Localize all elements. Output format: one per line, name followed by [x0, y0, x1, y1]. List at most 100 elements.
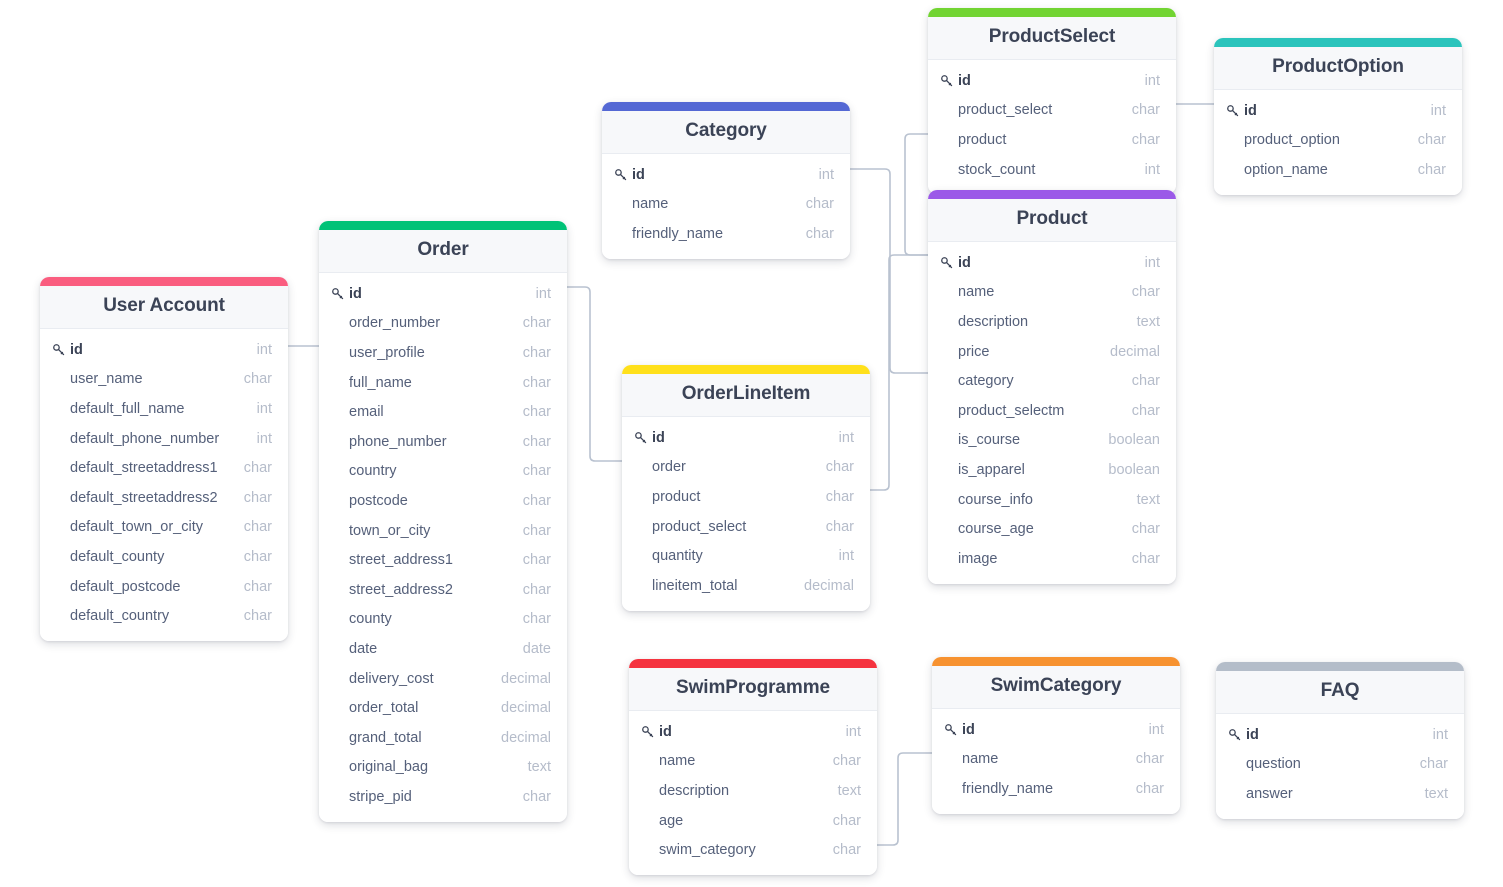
primary-key-field-row[interactable]: id int: [928, 66, 1176, 96]
field-row[interactable]: default_full_name int: [40, 394, 288, 424]
field-row[interactable]: answer text: [1216, 779, 1464, 809]
field-type: char: [522, 581, 551, 598]
field-row[interactable]: name char: [932, 745, 1180, 775]
field-row[interactable]: product char: [622, 482, 870, 512]
field-row[interactable]: user_name char: [40, 365, 288, 395]
field-row[interactable]: default_phone_number int: [40, 424, 288, 454]
primary-key-field-row[interactable]: id int: [40, 335, 288, 365]
field-row[interactable]: town_or_city char: [319, 516, 567, 546]
field-row[interactable]: friendly_name char: [602, 219, 850, 249]
field-name: order: [652, 459, 686, 476]
field-row[interactable]: delivery_cost decimal: [319, 664, 567, 694]
field-row[interactable]: stock_count int: [928, 155, 1176, 185]
field-row[interactable]: product_select char: [622, 512, 870, 542]
field-row[interactable]: is_course boolean: [928, 426, 1176, 456]
entity-table-swim-category[interactable]: SwimCategory id int name char friendly_name ch…: [932, 657, 1180, 814]
field-row[interactable]: order_number char: [319, 309, 567, 339]
field-row[interactable]: email char: [319, 397, 567, 427]
field-row[interactable]: product_select char: [928, 96, 1176, 126]
primary-key-field-row[interactable]: id int: [1214, 96, 1462, 126]
entity-accent-bar: [602, 102, 850, 111]
primary-key-field-row[interactable]: id int: [319, 279, 567, 309]
field-name: id: [962, 721, 975, 738]
field-row[interactable]: swim_category char: [629, 835, 877, 865]
primary-key-field-row[interactable]: id int: [1216, 720, 1464, 750]
primary-key-field-row[interactable]: id int: [622, 423, 870, 453]
field-row[interactable]: course_age char: [928, 514, 1176, 544]
field-row[interactable]: street_address1 char: [319, 545, 567, 575]
field-type: decimal: [501, 700, 551, 717]
field-type: char: [1419, 756, 1448, 773]
field-row[interactable]: default_town_or_city char: [40, 513, 288, 543]
field-row[interactable]: product_selectm char: [928, 396, 1176, 426]
field-row[interactable]: friendly_name char: [932, 774, 1180, 804]
field-name: phone_number: [349, 433, 447, 450]
field-row[interactable]: product char: [928, 125, 1176, 155]
field-key-slot: [940, 74, 958, 88]
field-row[interactable]: grand_total decimal: [319, 723, 567, 753]
entity-table-product-select[interactable]: ProductSelect id int product_select char prod…: [928, 8, 1176, 195]
field-row[interactable]: is_apparel boolean: [928, 455, 1176, 485]
field-type: char: [243, 608, 272, 625]
field-row[interactable]: image char: [928, 544, 1176, 574]
entity-accent-bar: [622, 365, 870, 374]
field-row[interactable]: order char: [622, 453, 870, 483]
field-type: char: [243, 489, 272, 506]
field-row[interactable]: product_option char: [1214, 126, 1462, 156]
field-type: char: [1131, 402, 1160, 419]
field-row[interactable]: default_postcode char: [40, 572, 288, 602]
field-row[interactable]: description text: [928, 307, 1176, 337]
field-row[interactable]: postcode char: [319, 486, 567, 516]
field-name: default_postcode: [70, 578, 181, 595]
field-row[interactable]: default_streetaddress2 char: [40, 483, 288, 513]
entity-table-product[interactable]: Product id int name char description text price…: [928, 190, 1176, 584]
entity-table-swim-programme[interactable]: SwimProgramme id int name char description tex…: [629, 659, 877, 875]
primary-key-field-row[interactable]: id int: [932, 715, 1180, 745]
field-row[interactable]: default_county char: [40, 542, 288, 572]
field-row[interactable]: original_bag text: [319, 753, 567, 783]
field-row[interactable]: default_streetaddress1 char: [40, 453, 288, 483]
entity-title: OrderLineItem: [681, 383, 811, 404]
field-row[interactable]: default_country char: [40, 601, 288, 631]
field-row[interactable]: category char: [928, 366, 1176, 396]
field-row[interactable]: description text: [629, 776, 877, 806]
field-name: quantity: [652, 548, 703, 565]
field-row[interactable]: country char: [319, 457, 567, 487]
field-row[interactable]: county char: [319, 605, 567, 635]
entity-table-product-option[interactable]: ProductOption id int product_option char opti…: [1214, 38, 1462, 195]
primary-key-field-row[interactable]: id int: [602, 160, 850, 190]
field-name: user_name: [70, 371, 143, 388]
entity-table-order-line-item[interactable]: OrderLineItem id int order char product char pr…: [622, 365, 870, 611]
field-type: int: [256, 341, 272, 358]
field-row[interactable]: lineitem_total decimal: [622, 571, 870, 601]
entity-table-faq[interactable]: FAQ id int question char answer text: [1216, 662, 1464, 819]
field-row[interactable]: name char: [602, 190, 850, 220]
field-row[interactable]: full_name char: [319, 368, 567, 398]
field-row[interactable]: quantity int: [622, 541, 870, 571]
field-row[interactable]: stripe_pid char: [319, 782, 567, 812]
field-row[interactable]: name char: [629, 747, 877, 777]
field-name: age: [659, 812, 684, 829]
field-type: int: [1432, 726, 1448, 743]
field-type: char: [805, 225, 834, 242]
field-row[interactable]: user_profile char: [319, 338, 567, 368]
field-row[interactable]: course_info text: [928, 485, 1176, 515]
field-row[interactable]: option_name char: [1214, 155, 1462, 185]
field-row[interactable]: date date: [319, 634, 567, 664]
field-row[interactable]: street_address2 char: [319, 575, 567, 605]
field-row[interactable]: name char: [928, 278, 1176, 308]
entity-table-user-account[interactable]: User Account id int user_name char default_fu…: [40, 277, 288, 641]
field-row[interactable]: question char: [1216, 750, 1464, 780]
field-row[interactable]: phone_number char: [319, 427, 567, 457]
field-name: id: [652, 429, 665, 446]
field-name: friendly_name: [962, 780, 1054, 797]
entity-accent-bar: [1214, 38, 1462, 47]
field-row[interactable]: price decimal: [928, 337, 1176, 367]
field-row[interactable]: order_total decimal: [319, 693, 567, 723]
entity-table-order[interactable]: Order id int order_number char user_profile ch…: [319, 221, 567, 822]
field-type: int: [1430, 102, 1446, 119]
primary-key-field-row[interactable]: id int: [629, 717, 877, 747]
primary-key-field-row[interactable]: id int: [928, 248, 1176, 278]
field-row[interactable]: age char: [629, 806, 877, 836]
entity-table-category[interactable]: Category id int name char friendly_name char: [602, 102, 850, 259]
